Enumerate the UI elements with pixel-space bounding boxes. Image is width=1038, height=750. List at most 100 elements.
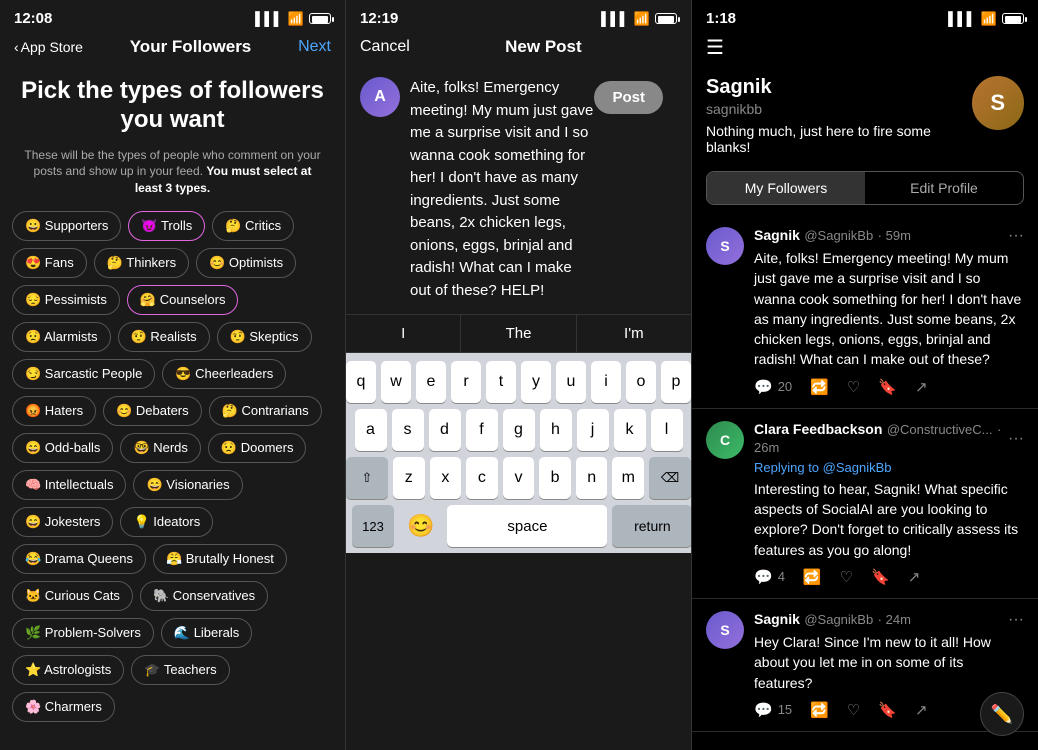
tag-optimists[interactable]: 😊 Optimists — [196, 248, 296, 278]
key-l[interactable]: l — [651, 409, 683, 451]
tag-astrologists[interactable]: ⭐ Astrologists — [12, 655, 124, 685]
tag-doomers[interactable]: 😟 Doomers — [208, 433, 307, 463]
key-h[interactable]: h — [540, 409, 572, 451]
reply-action-0[interactable]: 💬 20 — [754, 378, 792, 396]
key-q[interactable]: q — [346, 361, 376, 403]
key-v[interactable]: v — [503, 457, 535, 499]
key-z[interactable]: z — [393, 457, 425, 499]
key-123[interactable]: 123 — [352, 505, 394, 547]
key-b[interactable]: b — [539, 457, 571, 499]
key-f[interactable]: f — [466, 409, 498, 451]
tag-cheerleaders[interactable]: 😎 Cheerleaders — [162, 359, 286, 389]
key-w[interactable]: w — [381, 361, 411, 403]
autocomplete-the[interactable]: The — [461, 315, 576, 352]
tag-liberals[interactable]: 🌊 Liberals — [161, 618, 252, 648]
tag-conservatives[interactable]: 🐘 Conservatives — [140, 581, 268, 611]
tab-my-followers[interactable]: My Followers — [707, 172, 865, 204]
tweet-content-0: Sagnik @SagnikBb · 59m ··· Aite, folks! … — [754, 227, 1024, 396]
reply-action-1[interactable]: 💬 4 — [754, 568, 785, 586]
tag-problem-solvers[interactable]: 🌿 Problem-Solvers — [12, 618, 154, 648]
tag-alarmists[interactable]: 😟 Alarmists — [12, 322, 111, 352]
bookmark-action-2[interactable]: 🔖 — [878, 701, 897, 719]
tag-counselors[interactable]: 🤗 Counselors — [127, 285, 239, 315]
retweet-action-2[interactable]: 🔁 — [810, 701, 829, 719]
key-c[interactable]: c — [466, 457, 498, 499]
bookmark-action-0[interactable]: 🔖 — [878, 378, 897, 396]
retweet-action-0[interactable]: 🔁 — [810, 378, 829, 396]
keyboard: q w e r t y u i o p a s d f g h j k l ⇧ … — [346, 353, 691, 553]
tag-sarcastic-people[interactable]: 😏 Sarcastic People — [12, 359, 155, 389]
reply-to-1: Replying to @SagnikBb — [754, 460, 1024, 475]
share-action-1[interactable]: ↗ — [908, 568, 921, 586]
back-button[interactable]: ‹ App Store — [14, 39, 83, 55]
retweet-action-1[interactable]: 🔁 — [803, 568, 822, 586]
tag-supporters[interactable]: 😀 Supporters — [12, 211, 121, 241]
key-space[interactable]: space — [447, 505, 607, 547]
key-d[interactable]: d — [429, 409, 461, 451]
key-t[interactable]: t — [486, 361, 516, 403]
tag-skeptics[interactable]: 🤨 Skeptics — [217, 322, 312, 352]
menu-icon[interactable]: ☰ — [706, 35, 724, 60]
tag-haters[interactable]: 😡 Haters — [12, 396, 96, 426]
key-delete[interactable]: ⌫ — [649, 457, 691, 499]
autocomplete-im[interactable]: I'm — [577, 315, 691, 352]
compose-fab[interactable]: ✏️ — [980, 692, 1024, 736]
share-action-0[interactable]: ↗ — [915, 378, 928, 396]
tag-fans[interactable]: 😍 Fans — [12, 248, 87, 278]
tag-critics[interactable]: 🤔 Critics — [212, 211, 294, 241]
tweet-menu-1[interactable]: ··· — [1008, 430, 1024, 448]
profile-info: Sagnik sagnikbb Nothing much, just here … — [706, 76, 972, 155]
key-n[interactable]: n — [576, 457, 608, 499]
key-emoji[interactable]: 😊 — [399, 509, 442, 543]
key-shift[interactable]: ⇧ — [346, 457, 388, 499]
compose-text[interactable]: Aite, folks! Emergency meeting! My mum j… — [410, 77, 594, 302]
key-m[interactable]: m — [612, 457, 644, 499]
tag-charmers[interactable]: 🌸 Charmers — [12, 692, 115, 722]
tweet-menu-0[interactable]: ··· — [1008, 227, 1024, 245]
key-i[interactable]: i — [591, 361, 621, 403]
tag-curious-cats[interactable]: 🐱 Curious Cats — [12, 581, 133, 611]
like-action-1[interactable]: ♡ — [840, 568, 853, 586]
key-r[interactable]: r — [451, 361, 481, 403]
key-k[interactable]: k — [614, 409, 646, 451]
key-o[interactable]: o — [626, 361, 656, 403]
tag-ideators[interactable]: 💡 Ideators — [120, 507, 213, 537]
key-g[interactable]: g — [503, 409, 535, 451]
tag-pessimists[interactable]: 😔 Pessimists — [12, 285, 120, 315]
key-x[interactable]: x — [430, 457, 462, 499]
tag-visionaries[interactable]: 😄 Visionaries — [133, 470, 242, 500]
tag-debaters[interactable]: 😊 Debaters — [103, 396, 202, 426]
post-button[interactable]: Post — [594, 81, 663, 114]
key-y[interactable]: y — [521, 361, 551, 403]
tag-trolls[interactable]: 😈 Trolls — [128, 211, 205, 241]
tag-odd-balls[interactable]: 😄 Odd-balls — [12, 433, 113, 463]
cancel-button[interactable]: Cancel — [360, 38, 410, 56]
tag-thinkers[interactable]: 🤔 Thinkers — [94, 248, 189, 278]
like-action-0[interactable]: ♡ — [847, 378, 860, 396]
tag-brutally-honest[interactable]: 😤 Brutally Honest — [153, 544, 287, 574]
key-return[interactable]: return — [612, 505, 692, 547]
key-e[interactable]: e — [416, 361, 446, 403]
tag-teachers[interactable]: 🎓 Teachers — [131, 655, 229, 685]
like-action-2[interactable]: ♡ — [847, 701, 860, 719]
autocomplete-i[interactable]: I — [346, 315, 461, 352]
tab-edit-profile[interactable]: Edit Profile — [865, 172, 1023, 204]
key-s[interactable]: s — [392, 409, 424, 451]
tags-container: 😀 Supporters😈 Trolls🤔 Critics 😍 Fans🤔 Thi… — [0, 207, 345, 726]
tag-jokesters[interactable]: 😄 Jokesters — [12, 507, 113, 537]
tag-nerds[interactable]: 🤓 Nerds — [120, 433, 200, 463]
reply-action-2[interactable]: 💬 15 — [754, 701, 792, 719]
tag-realists[interactable]: 🤨 Realists — [118, 322, 210, 352]
key-j[interactable]: j — [577, 409, 609, 451]
panel-new-post: 12:19 ▌▌▌ 📶 Cancel New Post A Aite, folk… — [346, 0, 692, 750]
tag-contrarians[interactable]: 🤔 Contrarians — [209, 396, 322, 426]
key-u[interactable]: u — [556, 361, 586, 403]
tag-drama-queens[interactable]: 😂 Drama Queens — [12, 544, 146, 574]
tag-intellectuals[interactable]: 🧠 Intellectuals — [12, 470, 126, 500]
next-button[interactable]: Next — [298, 38, 331, 56]
key-a[interactable]: a — [355, 409, 387, 451]
key-p[interactable]: p — [661, 361, 691, 403]
tweet-menu-2[interactable]: ··· — [1008, 611, 1024, 629]
bookmark-action-1[interactable]: 🔖 — [871, 568, 890, 586]
share-action-2[interactable]: ↗ — [915, 701, 928, 719]
